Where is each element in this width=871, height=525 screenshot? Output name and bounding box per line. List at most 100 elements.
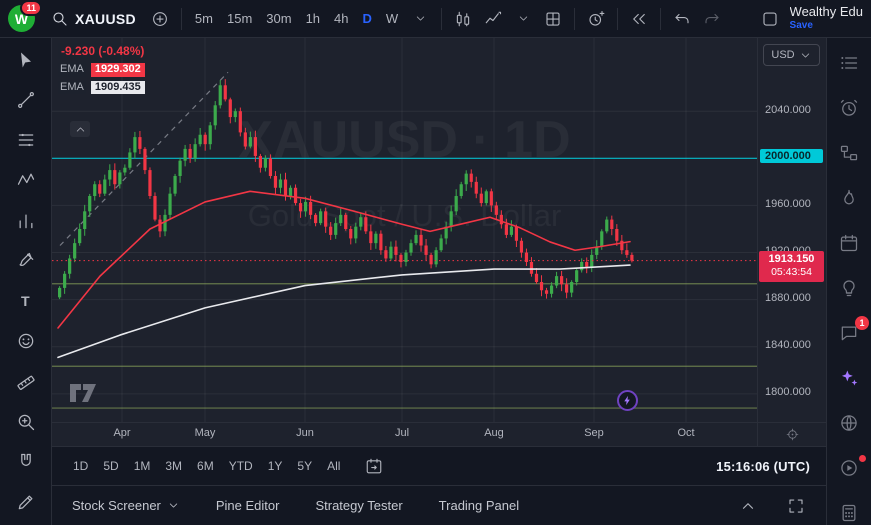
- range-5y[interactable]: 5Y: [296, 457, 313, 475]
- account-name[interactable]: Wealthy Edu: [790, 5, 863, 20]
- timeframe-1h[interactable]: 1h: [300, 7, 326, 30]
- price-axis[interactable]: USD 2040.000 2000.000 1960.000 1920.000 …: [757, 38, 826, 422]
- panel-controls: [734, 492, 810, 520]
- top-toolbar: W 11 XAUUSD 5m 15m 30m 1h 4h D W: [0, 0, 871, 38]
- lightbulb-icon: [839, 278, 859, 298]
- month-label: Jul: [395, 427, 409, 439]
- cursor-tool-button[interactable]: [9, 47, 43, 72]
- chevron-up-icon: [74, 123, 87, 136]
- save-layout-button[interactable]: [756, 5, 784, 33]
- last-price-badge: 1913.150 05:43:54: [759, 251, 824, 282]
- text-tool-button[interactable]: T: [9, 289, 43, 314]
- panel-collapse-button[interactable]: [734, 492, 762, 520]
- price-tick: 1840.000: [765, 339, 811, 351]
- alert-button[interactable]: [582, 5, 610, 33]
- pattern-tool-button[interactable]: [9, 168, 43, 193]
- chart-style-button[interactable]: [449, 5, 477, 33]
- price-tick: 1960.000: [765, 198, 811, 210]
- range-1y[interactable]: 1Y: [267, 457, 284, 475]
- streams-button[interactable]: [835, 457, 863, 479]
- measure-tool-button[interactable]: [9, 369, 43, 394]
- layout-grid-icon: [544, 10, 562, 28]
- app-logo[interactable]: W 11: [8, 5, 35, 32]
- chat-button[interactable]: 1: [835, 322, 863, 344]
- range-1d[interactable]: 1D: [72, 457, 89, 475]
- indicators-expand-button[interactable]: [509, 5, 537, 33]
- tradingview-logo[interactable]: [68, 382, 102, 409]
- ema-slow-row[interactable]: EMA 1909.435: [58, 81, 147, 94]
- timeframe-1d[interactable]: D: [357, 7, 378, 30]
- compare-add-button[interactable]: [146, 5, 174, 33]
- range-1m[interactable]: 1M: [133, 457, 152, 475]
- go-to-date-button[interactable]: [360, 452, 388, 480]
- chart-canvas[interactable]: XAUUSD · 1D Gold Spot / U.S. Dollar -9.2…: [52, 38, 757, 422]
- range-3m[interactable]: 3M: [164, 457, 183, 475]
- symbol-search-button[interactable]: XAUUSD: [43, 6, 144, 32]
- ema-fast-row[interactable]: EMA 1929.302: [58, 63, 147, 76]
- chevron-down-icon: [799, 49, 812, 62]
- candlestick-icon: [454, 10, 472, 28]
- object-tree-button[interactable]: [835, 142, 863, 164]
- trend-line-tool-button[interactable]: [9, 87, 43, 112]
- edit-tool-button[interactable]: [9, 490, 43, 515]
- emoji-tool-button[interactable]: [9, 329, 43, 354]
- month-label: May: [195, 427, 216, 439]
- timeframe-1w[interactable]: W: [380, 7, 404, 30]
- brush-tool-button[interactable]: [9, 248, 43, 273]
- timeframe-5m[interactable]: 5m: [189, 7, 219, 30]
- tab-pine-editor[interactable]: Pine Editor: [216, 498, 280, 513]
- ema-slow-value: 1909.435: [91, 81, 145, 94]
- alerts-button[interactable]: [835, 97, 863, 119]
- tab-stock-screener[interactable]: Stock Screener: [72, 498, 180, 513]
- lightning-icon: [622, 394, 633, 407]
- watchlist-button[interactable]: [835, 52, 863, 74]
- legend-collapse-button[interactable]: [70, 121, 90, 137]
- ai-assistant-button[interactable]: [835, 367, 863, 389]
- month-label: Apr: [113, 427, 130, 439]
- zoom-tool-button[interactable]: [9, 409, 43, 434]
- ema-slow-label: EMA: [58, 81, 86, 94]
- candlestick-chart[interactable]: [52, 38, 757, 422]
- search-icon: [51, 10, 69, 28]
- timeframe-15m[interactable]: 15m: [221, 7, 258, 30]
- text-icon: T: [16, 291, 36, 311]
- timeframe-4h[interactable]: 4h: [328, 7, 354, 30]
- zoom-in-icon: [16, 412, 36, 432]
- indicators-button[interactable]: [479, 5, 507, 33]
- layout-grid-button[interactable]: [539, 5, 567, 33]
- tab-trading-panel[interactable]: Trading Panel: [439, 498, 519, 513]
- redo-button[interactable]: [698, 5, 726, 33]
- save-link[interactable]: Save: [790, 20, 863, 32]
- axis-settings-corner[interactable]: [757, 423, 826, 446]
- community-button[interactable]: [835, 412, 863, 434]
- calculator-button[interactable]: [835, 502, 863, 524]
- range-all[interactable]: All: [326, 457, 341, 475]
- symbol-name: XAUUSD: [75, 11, 136, 27]
- magnet-tool-button[interactable]: [9, 450, 43, 475]
- calendar-button[interactable]: [835, 232, 863, 254]
- fib-tool-button[interactable]: [9, 128, 43, 153]
- range-5d[interactable]: 5D: [102, 457, 119, 475]
- bottom-tabs: Stock Screener Pine Editor Strategy Test…: [52, 485, 826, 525]
- tab-strategy-tester[interactable]: Strategy Tester: [315, 498, 402, 513]
- hotlists-button[interactable]: [835, 187, 863, 209]
- utc-clock[interactable]: 15:16:06 (UTC): [716, 459, 810, 474]
- bar-replay-button[interactable]: [625, 5, 653, 33]
- tab-label: Stock Screener: [72, 498, 161, 513]
- range-6m[interactable]: 6M: [196, 457, 215, 475]
- currency-label: USD: [771, 49, 794, 61]
- range-ytd[interactable]: YTD: [228, 457, 254, 475]
- ideas-button[interactable]: [835, 277, 863, 299]
- currency-dropdown[interactable]: USD: [763, 44, 820, 66]
- right-sidebar: 1: [826, 38, 871, 525]
- time-axis[interactable]: Apr May Jun Jul Aug Sep Oct: [52, 422, 826, 446]
- market-status-icon[interactable]: [617, 390, 638, 411]
- timeframe-30m[interactable]: 30m: [260, 7, 297, 30]
- undo-button[interactable]: [668, 5, 696, 33]
- tradingview-app: W 11 XAUUSD 5m 15m 30m 1h 4h D W: [0, 0, 871, 525]
- globe-icon: [839, 413, 859, 433]
- panel-maximize-button[interactable]: [782, 492, 810, 520]
- timeframes-expand-button[interactable]: [406, 5, 434, 33]
- chat-badge: 1: [855, 316, 869, 330]
- forecast-tool-button[interactable]: [9, 208, 43, 233]
